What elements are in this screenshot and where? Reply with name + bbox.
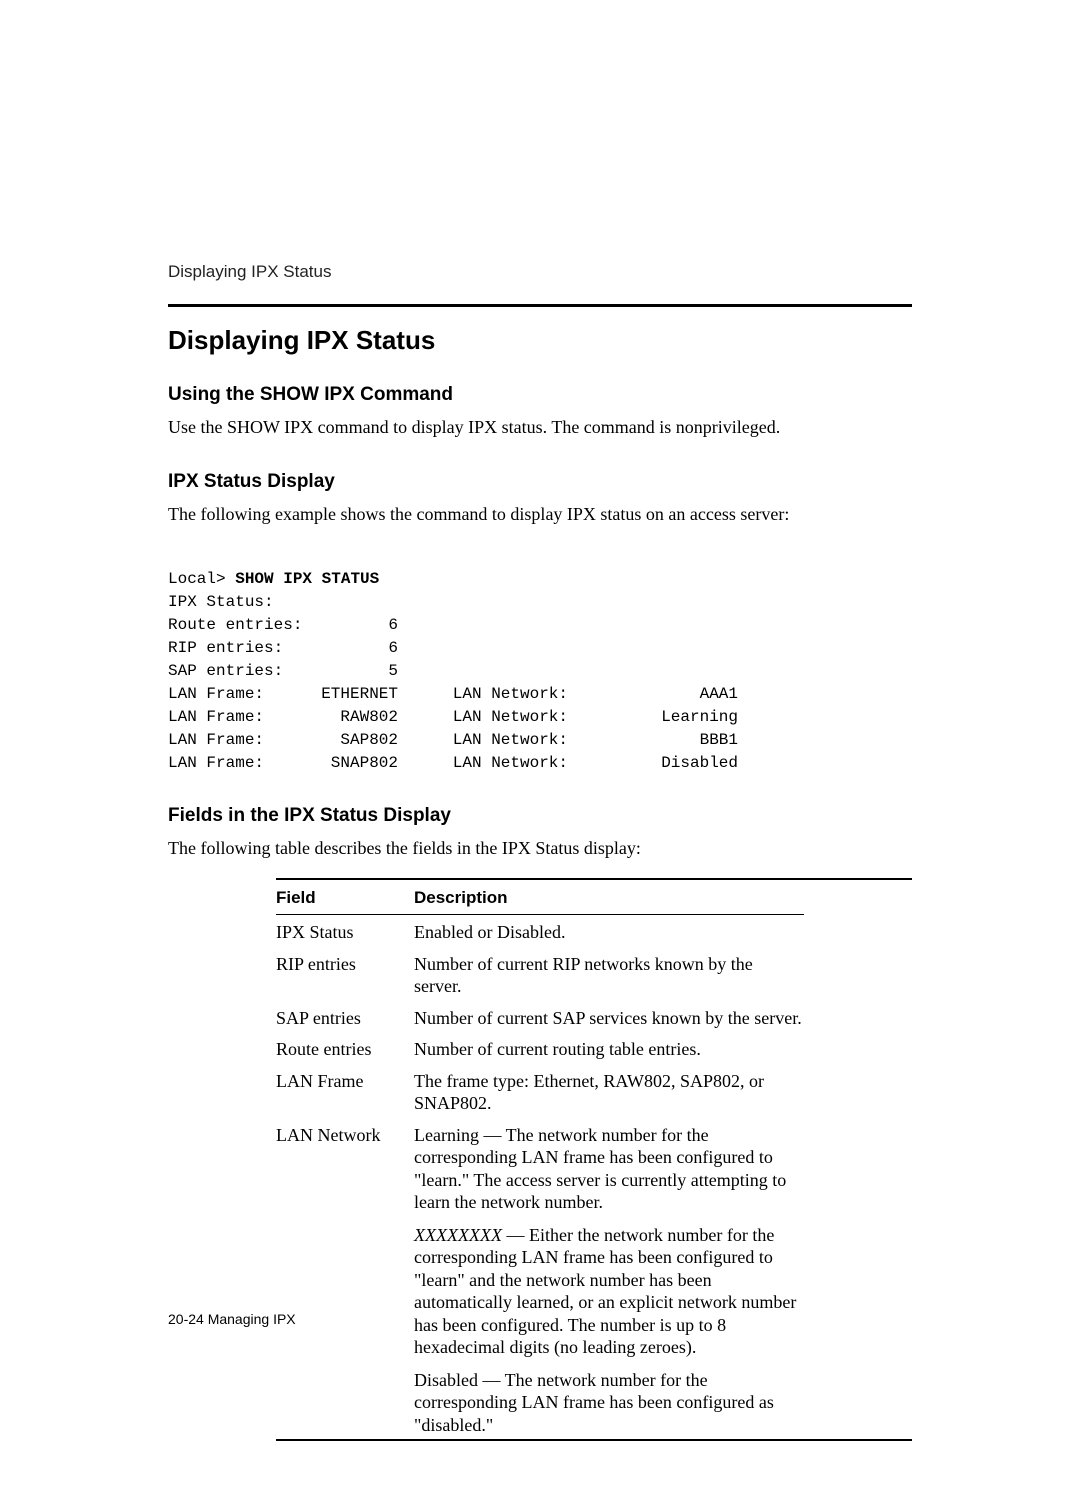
chapter-label: Managing IPX	[204, 1311, 296, 1327]
output-row: LAN Frame:RAW802LAN Network:Learning	[168, 706, 912, 729]
page-number: 20-24	[168, 1311, 204, 1327]
page-footer: 20-24 Managing IPX	[168, 1311, 296, 1327]
table-row: SAP entries Number of current SAP servic…	[276, 1001, 804, 1033]
count-value: 6	[368, 637, 398, 660]
section-fields-in-display: Fields in the IPX Status Display	[168, 805, 912, 827]
field-cell: LAN Frame	[276, 1064, 414, 1118]
terminal-output: Local> SHOW IPX STATUS IPX Status: Route…	[168, 545, 912, 775]
field-cell: Route entries	[276, 1032, 414, 1064]
net-label: LAN Network:	[398, 683, 568, 706]
count-label: SAP entries:	[168, 660, 368, 683]
net-value: AAA1	[568, 683, 738, 706]
section2-text: The following example shows the command …	[168, 503, 912, 526]
frame-label: LAN Frame:	[168, 752, 303, 775]
frame-label: LAN Frame:	[168, 706, 303, 729]
output-row: SAP entries:5	[168, 660, 912, 683]
running-header: Displaying IPX Status	[168, 262, 912, 282]
command: SHOW IPX STATUS	[235, 570, 379, 588]
table-row: Route entries Number of current routing …	[276, 1032, 804, 1064]
frame-value: SNAP802	[303, 752, 398, 775]
field-cell: IPX Status	[276, 915, 414, 947]
net-label: LAN Network:	[398, 752, 568, 775]
frame-label: LAN Frame:	[168, 729, 303, 752]
desc-cell: Number of current routing table entries.	[414, 1032, 804, 1064]
net-value: Disabled	[568, 752, 738, 775]
net-value: Learning	[568, 706, 738, 729]
xxxxxxxx-token: XXXXXXXX	[414, 1225, 502, 1245]
section-ipx-status-display: IPX Status Display	[168, 471, 912, 493]
lan-network-para-learning: Learning — The network number for the co…	[414, 1124, 804, 1214]
prompt: Local>	[168, 570, 235, 588]
section-using-show-ipx: Using the SHOW IPX Command	[168, 384, 912, 406]
count-label: RIP entries:	[168, 637, 368, 660]
lan-network-para-xxxxxxxx: XXXXXXXX — Either the network number for…	[414, 1224, 804, 1359]
field-cell: RIP entries	[276, 947, 414, 1001]
frame-value: ETHERNET	[303, 683, 398, 706]
desc-cell: Enabled or Disabled.	[414, 915, 804, 947]
table-bottom-rule	[276, 1439, 912, 1441]
desc-cell: The frame type: Ethernet, RAW802, SAP802…	[414, 1064, 804, 1118]
desc-cell-lan-network: Learning — The network number for the co…	[414, 1118, 804, 1440]
desc-cell: Number of current RIP networks known by …	[414, 947, 804, 1001]
frame-value: RAW802	[303, 706, 398, 729]
table-row: RIP entries Number of current RIP networ…	[276, 947, 804, 1001]
count-value: 5	[368, 660, 398, 683]
output-line: IPX Status:	[168, 593, 274, 611]
net-label: LAN Network:	[398, 729, 568, 752]
frame-label: LAN Frame:	[168, 683, 303, 706]
page-title: Displaying IPX Status	[168, 325, 912, 356]
field-cell-lan-network: LAN Network	[276, 1118, 414, 1440]
net-value: BBB1	[568, 729, 738, 752]
frame-value: SAP802	[303, 729, 398, 752]
output-row: LAN Frame:ETHERNETLAN Network:AAA1	[168, 683, 912, 706]
output-row: LAN Frame:SNAP802LAN Network:Disabled	[168, 752, 912, 775]
lan-network-para-disabled: Disabled — The network number for the co…	[414, 1369, 804, 1437]
table-row: LAN Frame The frame type: Ethernet, RAW8…	[276, 1064, 804, 1118]
section3-text: The following table describes the fields…	[168, 837, 912, 860]
section1-text: Use the SHOW IPX command to display IPX …	[168, 416, 912, 439]
output-row: Route entries:6	[168, 614, 912, 637]
desc-cell: Number of current SAP services known by …	[414, 1001, 804, 1033]
fields-table: Field Description IPX Status Enabled or …	[276, 880, 804, 1439]
count-value: 6	[368, 614, 398, 637]
table-row: IPX Status Enabled or Disabled.	[276, 915, 804, 947]
col-field-header: Field	[276, 880, 414, 914]
top-rule	[168, 304, 912, 307]
output-row: RIP entries:6	[168, 637, 912, 660]
net-label: LAN Network:	[398, 706, 568, 729]
output-row: LAN Frame:SAP802LAN Network:BBB1	[168, 729, 912, 752]
field-cell: SAP entries	[276, 1001, 414, 1033]
table-row: LAN Network Learning — The network numbe…	[276, 1118, 804, 1440]
col-desc-header: Description	[414, 880, 804, 914]
count-label: Route entries:	[168, 614, 368, 637]
